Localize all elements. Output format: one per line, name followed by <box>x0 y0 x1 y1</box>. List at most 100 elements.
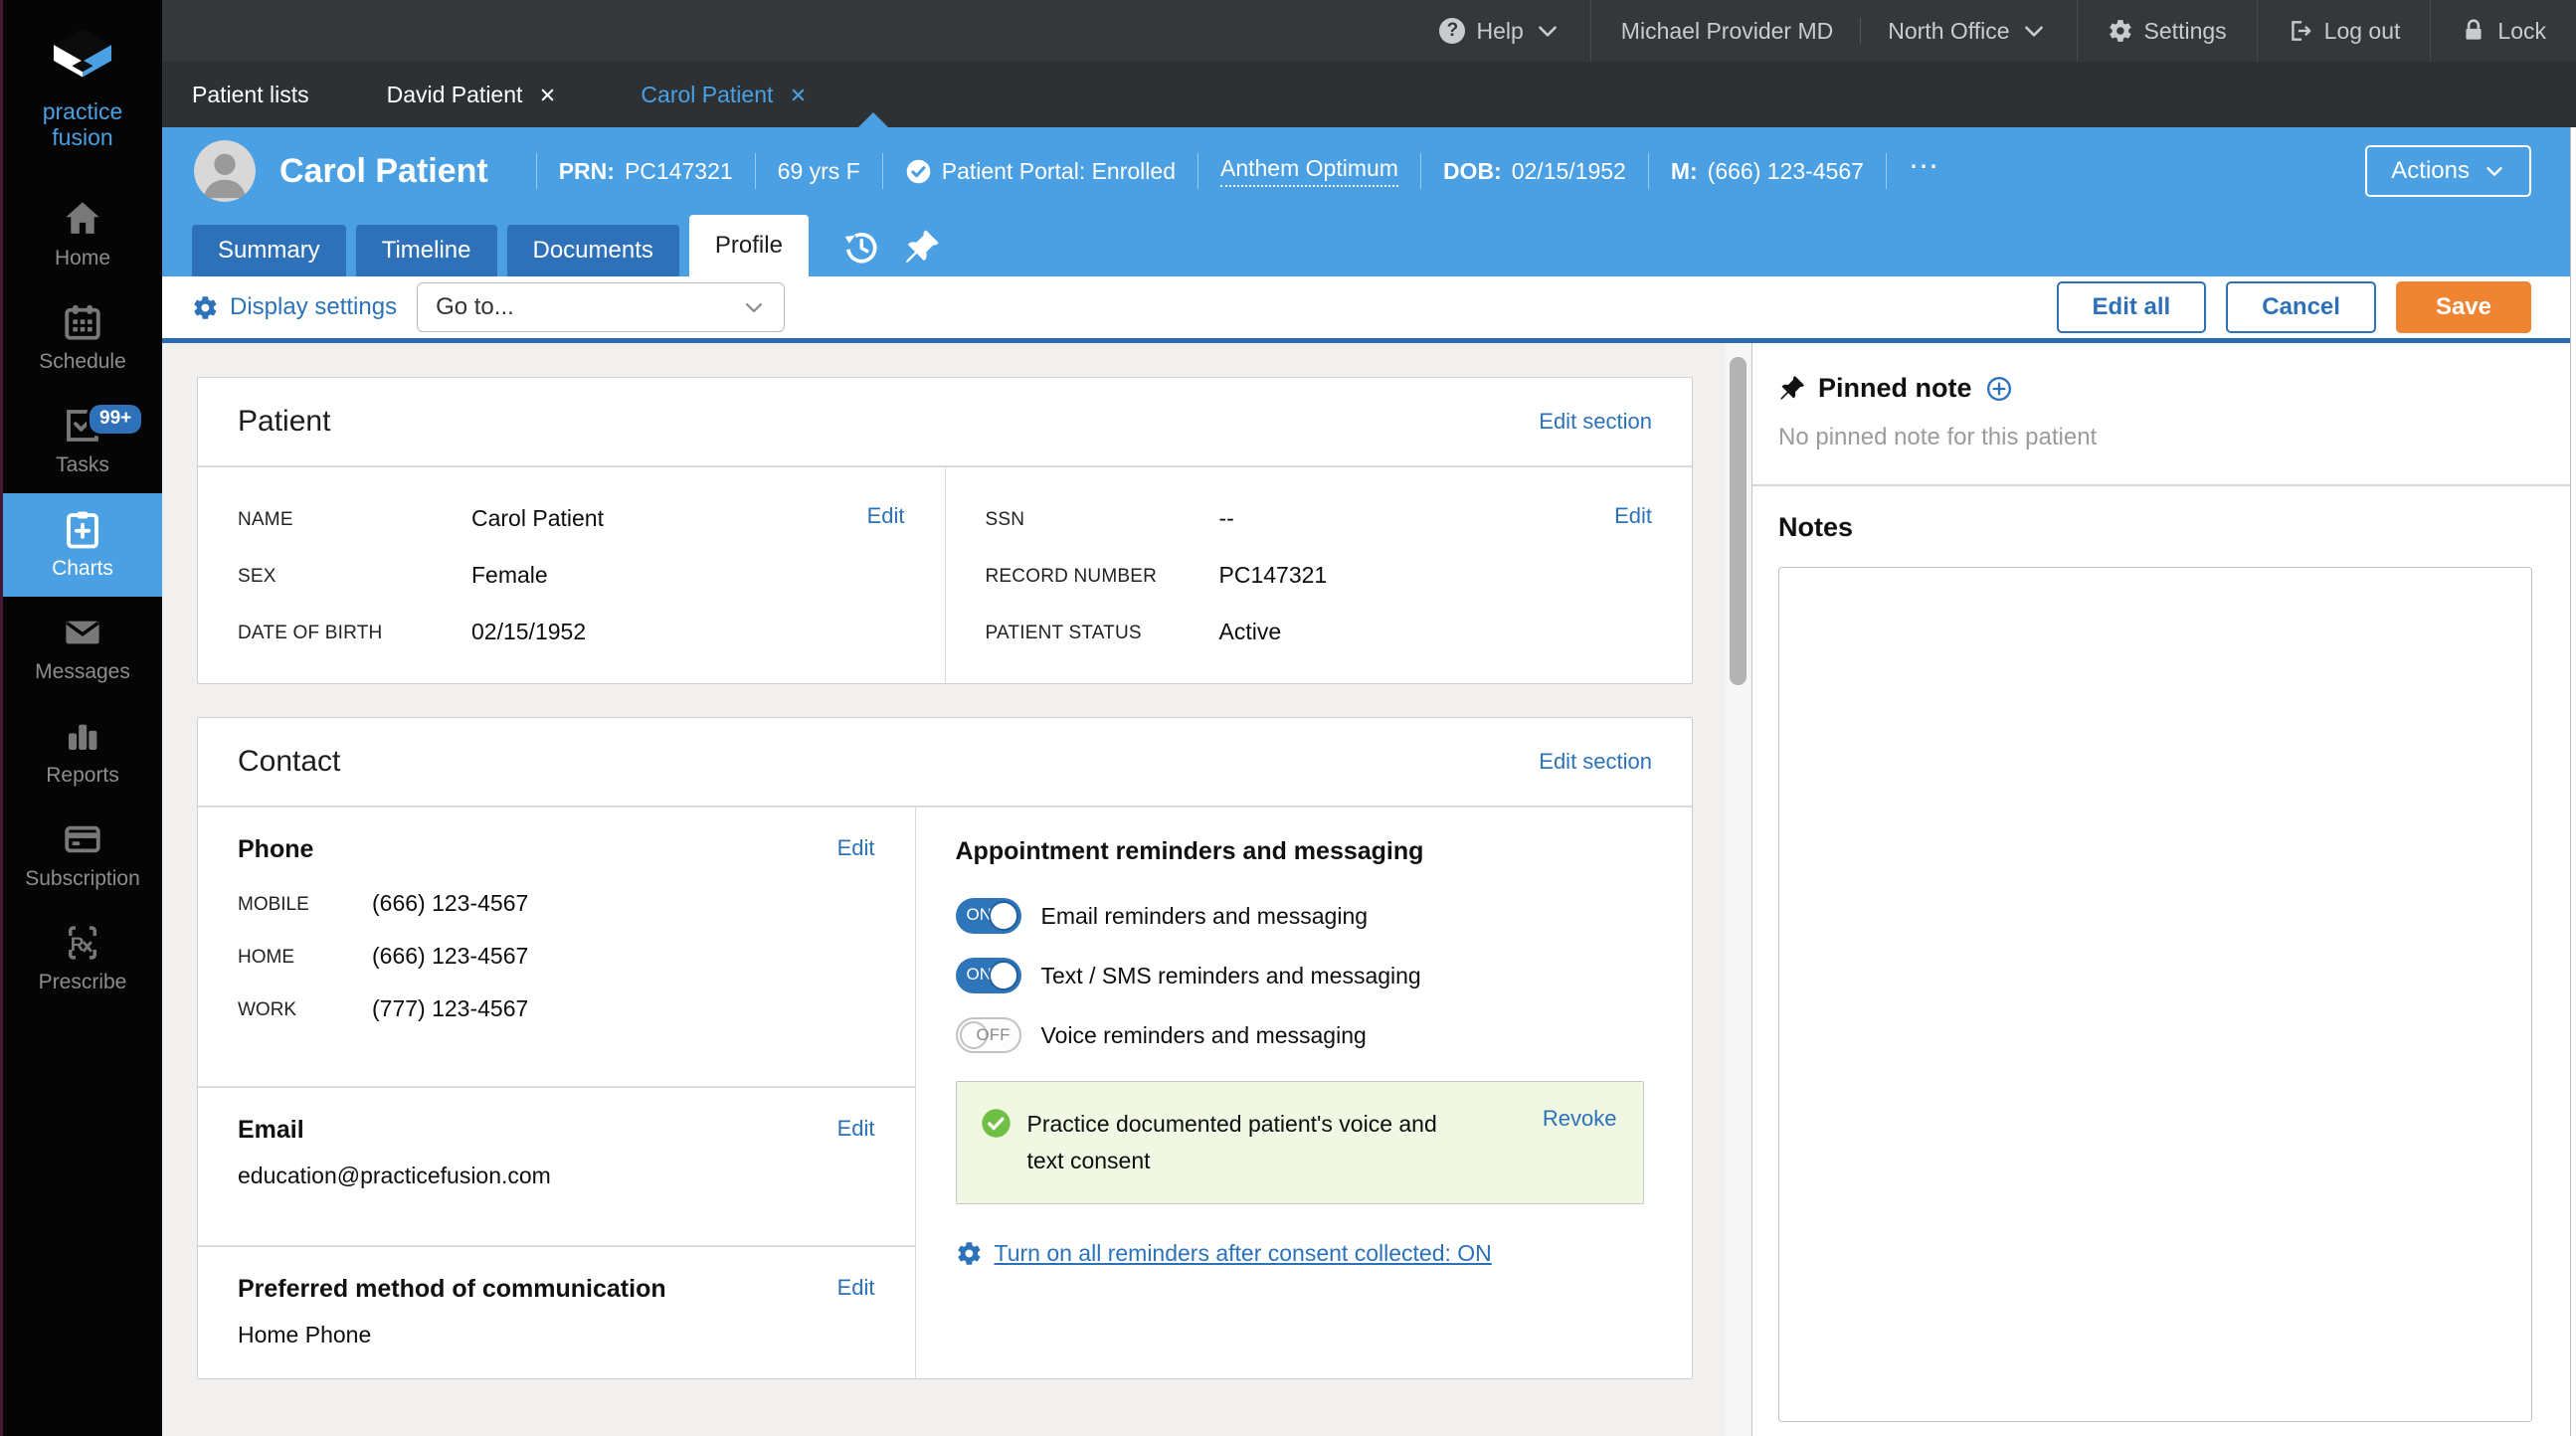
sidebar-item-label: Schedule <box>39 350 126 373</box>
chevron-down-icon <box>745 302 763 313</box>
chevron-down-icon <box>1538 26 1557 37</box>
sidebar-item-reports[interactable]: Reports <box>3 700 162 804</box>
app-screen: practice fusion Home Schedule 99+ Tasks … <box>0 0 2576 1436</box>
phone-subsection: Phone Edit MOBILE (666) 123-4567 HOME (666… <box>198 808 915 1088</box>
sidebar: practice fusion Home Schedule 99+ Tasks … <box>0 0 162 1436</box>
patient-age-sex: 69 yrs F <box>777 157 860 184</box>
save-button[interactable]: Save <box>2395 281 2531 333</box>
sidebar-item-subscription[interactable]: Subscription <box>3 804 162 907</box>
edit-link[interactable]: Edit <box>837 1275 875 1301</box>
edit-section-link[interactable]: Edit section <box>1539 409 1652 435</box>
field-label: HOME <box>238 947 294 968</box>
prescribe-icon: R <box>69 926 96 960</box>
sidebar-item-label: Tasks <box>56 453 109 476</box>
tab-david-patient[interactable]: David Patient <box>357 62 588 127</box>
messages-icon <box>66 621 99 644</box>
actions-label: Actions <box>2391 157 2470 184</box>
sidebar-item-label: Home <box>54 247 111 269</box>
sidebar-item-prescribe[interactable]: R Prescribe <box>3 907 162 1010</box>
section-title: Contact <box>238 745 341 778</box>
sidebar-item-charts[interactable]: Charts <box>3 492 162 597</box>
tab-documents[interactable]: Documents <box>506 225 679 276</box>
patient-left-column: Edit NAME Carol Patient SEX Female DATE OF… <box>198 467 946 683</box>
chevron-down-icon <box>2024 26 2043 37</box>
window-scrollbar-track[interactable] <box>2570 127 2576 1436</box>
dob-label: DOB: <box>1442 157 1502 184</box>
edit-link[interactable]: Edit <box>1614 503 1652 529</box>
patient-card-body: Edit NAME Carol Patient SEX Female DATE OF… <box>198 467 1692 683</box>
actions-button[interactable]: Actions <box>2365 145 2531 197</box>
sidebar-item-messages[interactable]: Messages <box>3 597 162 700</box>
tab-label: David Patient <box>386 81 523 107</box>
email-reminders-toggle[interactable]: ON <box>955 898 1021 934</box>
field-label: PATIENT STATUS <box>985 623 1142 643</box>
cancel-button[interactable]: Cancel <box>2226 281 2376 333</box>
section-title: Patient <box>238 405 331 438</box>
goto-select[interactable]: Go to... <box>417 282 786 332</box>
mobile-label: M: <box>1670 157 1698 184</box>
tab-carol-patient[interactable]: Carol Patient <box>611 62 837 127</box>
sms-reminders-toggle[interactable]: ON <box>955 958 1021 993</box>
gear-icon <box>2109 20 2131 42</box>
patient-card-header: Patient Edit section <box>198 378 1692 467</box>
notes-input[interactable] <box>1778 567 2532 1422</box>
scrollbar-thumb[interactable] <box>1730 357 1747 685</box>
more-icon[interactable]: ⋯ <box>1909 152 1941 190</box>
voice-reminders-toggle[interactable]: OFF <box>955 1017 1021 1053</box>
display-settings-button[interactable]: Display settings <box>192 293 397 321</box>
edit-all-button[interactable]: Edit all <box>2056 281 2207 333</box>
provider-office-menu[interactable]: Michael Provider MD North Office <box>1589 0 2077 62</box>
tab-profile[interactable]: Profile <box>688 215 809 276</box>
help-icon: ? <box>1439 18 1466 44</box>
divider <box>1419 153 1421 189</box>
logout-button[interactable]: Log out <box>2256 0 2431 62</box>
edit-link[interactable]: Edit <box>837 1116 875 1142</box>
edit-link[interactable]: Edit <box>837 835 875 861</box>
field-label: DATE OF BIRTH <box>238 623 383 643</box>
subsection-title: Preferred method of communication <box>238 1275 666 1303</box>
sidebar-item-home[interactable]: Home <box>3 183 162 286</box>
patient-name: Carol Patient <box>279 151 488 190</box>
pin-icon[interactable] <box>903 229 940 266</box>
add-pinned-note-icon[interactable] <box>1985 375 2013 403</box>
history-icon[interactable] <box>842 229 879 266</box>
edit-link[interactable]: Edit <box>867 503 905 529</box>
field-value: Active <box>1218 619 1282 644</box>
insurance-link[interactable]: Anthem Optimum <box>1219 155 1398 187</box>
turn-on-reminders-link[interactable]: Turn on all reminders after consent coll… <box>995 1240 1492 1267</box>
settings-button[interactable]: Settings <box>2076 0 2257 62</box>
divider <box>1647 153 1649 189</box>
profile-content: Patient Edit section Edit NAME Carol Pati… <box>162 343 2576 1436</box>
check-circle-icon <box>981 1109 1011 1138</box>
svg-text:R: R <box>71 935 85 956</box>
tab-timeline[interactable]: Timeline <box>355 225 497 276</box>
prn-label: PRN: <box>558 157 615 184</box>
pin-icon <box>1780 376 1804 400</box>
vertical-scrollbar[interactable] <box>1726 343 1751 1436</box>
help-menu[interactable]: ? Help <box>1409 0 1589 62</box>
revoke-link[interactable]: Revoke <box>1543 1106 1617 1132</box>
logout-icon <box>2291 21 2311 41</box>
field-row: SEX Female <box>238 562 905 589</box>
preferred-method-header: Preferred method of communication Edit <box>238 1275 875 1304</box>
divider <box>881 153 883 189</box>
sidebar-item-schedule[interactable]: Schedule <box>3 286 162 390</box>
sidebar-item-tasks[interactable]: 99+ Tasks <box>3 390 162 493</box>
contact-left-column: Phone Edit MOBILE (666) 123-4567 HOME (666… <box>198 808 916 1378</box>
edit-section-link[interactable]: Edit section <box>1539 749 1652 775</box>
tab-summary[interactable]: Summary <box>192 225 346 276</box>
subsection-title: Phone <box>238 835 314 863</box>
sidebar-item-label: Messages <box>35 660 130 683</box>
phone-header: Phone Edit <box>238 835 875 864</box>
close-icon[interactable] <box>789 86 808 104</box>
patient-right-column: Edit SSN -- RECORD NUMBER PC147321 PATIENT… <box>946 467 1693 683</box>
consent-banner: Practice documented patient's voice and … <box>955 1081 1644 1204</box>
toggle-row: ON Email reminders and messaging <box>955 898 1673 934</box>
field-row: NAME Carol Patient <box>238 505 905 532</box>
dob-value: 02/15/1952 <box>1511 157 1626 184</box>
lock-button[interactable]: Lock <box>2430 0 2576 62</box>
close-icon[interactable] <box>538 86 557 104</box>
tab-patient-lists[interactable]: Patient lists <box>162 62 339 127</box>
patient-prn: PRN: PC147321 <box>559 158 733 185</box>
